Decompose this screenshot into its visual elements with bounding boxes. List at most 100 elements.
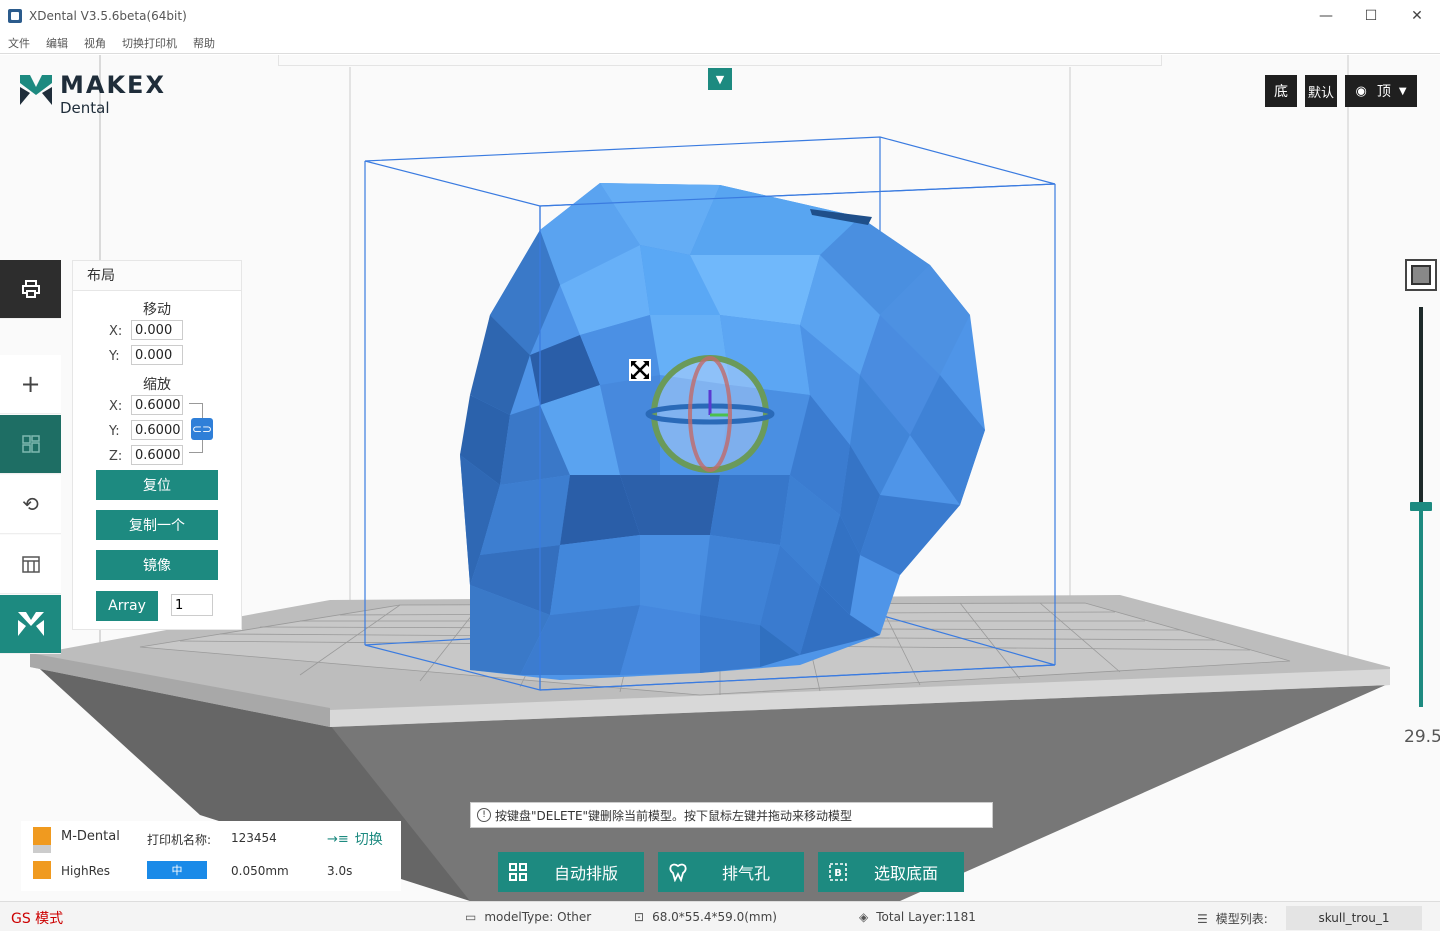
exposure-time: 3.0s: [327, 864, 353, 878]
view-default-label: 默认: [1307, 85, 1334, 101]
minimize-button[interactable]: —: [1303, 0, 1349, 32]
view-bottom-label: 底: [1274, 84, 1288, 100]
printer-model: M-Dental: [61, 829, 120, 844]
panel-title: 布局: [73, 261, 241, 291]
model-list-status: ☰ 模型列表:: [1197, 910, 1268, 927]
move-x-input[interactable]: [131, 320, 183, 340]
maximize-button[interactable]: ☐: [1348, 0, 1394, 32]
layout-tool-button[interactable]: [0, 415, 61, 474]
array-label: Array: [108, 598, 146, 614]
add-model-button[interactable]: +: [0, 355, 61, 414]
printer-name-value: 123454: [231, 831, 277, 845]
move-section-title: 移动: [143, 302, 171, 318]
printer-name-label: 打印机名称:: [147, 833, 212, 847]
total-layer-status: ◈ Total Layer:1181: [859, 910, 976, 924]
view-bottom-button[interactable]: 底: [1265, 75, 1297, 107]
dimension-icon: ⊡: [634, 910, 645, 924]
gs-mode-label: GS 模式: [11, 911, 64, 927]
total-layer-text: Total Layer:1181: [876, 910, 976, 924]
printer-info-panel: M-Dental 打印机名称: 123454 →≡ 切换 HighRes 中 0…: [21, 821, 401, 891]
grid-icon: [509, 863, 527, 881]
hint-bar: ! 按键盘"DELETE"键删除当前模型。按下鼠标左键并拖动来移动模型: [470, 802, 993, 828]
layer-slider-track-lower[interactable]: [1419, 507, 1423, 707]
makex-tool-button[interactable]: [0, 595, 61, 654]
model-size-status: ⊡ 68.0*55.4*59.0(mm): [634, 910, 777, 924]
chevron-down-icon: ▼: [715, 72, 725, 86]
menu-file[interactable]: 文件: [8, 35, 30, 51]
model-type-text: modelType: Other: [484, 910, 592, 924]
move-y-label: Y:: [109, 349, 120, 364]
app-icon: [8, 9, 22, 23]
vent-hole-button[interactable]: 排气孔: [658, 852, 804, 892]
caret-down-icon: ▼: [1398, 85, 1407, 97]
copy-one-label: 复制一个: [129, 518, 185, 534]
auto-layout-label: 自动排版: [553, 864, 618, 883]
logo-brand: MAKEX: [60, 71, 166, 99]
3d-viewport[interactable]: ▼ MAKEX Dental 底 默认 ◉ 顶 ▼ + ⟲ 布局 移动 X: 0…: [0, 55, 1440, 901]
auto-layout-button[interactable]: 自动排版: [498, 852, 644, 892]
scale-lock-button[interactable]: ⊂⊃: [191, 418, 213, 440]
layer-slider-track-upper[interactable]: [1419, 307, 1423, 507]
scale-y-label: Y:: [109, 424, 120, 439]
close-icon: ✕: [1411, 8, 1423, 24]
move-cursor-icon: [629, 359, 651, 381]
eye-icon: ◉: [1355, 83, 1367, 99]
model-list-item[interactable]: skull_trou_1: [1286, 906, 1422, 930]
view-top-label: 顶: [1376, 84, 1391, 100]
reset-label: 复位: [143, 478, 171, 494]
list-icon: ☰: [1197, 911, 1208, 926]
close-button[interactable]: ✕: [1394, 0, 1440, 32]
minimize-icon: —: [1319, 8, 1333, 24]
scale-section-title: 缩放: [143, 377, 171, 393]
makex-logo-icon: [20, 75, 52, 105]
window-title: XDental V3.5.6beta(64bit): [29, 9, 187, 23]
tooth-icon: [669, 863, 687, 882]
printer-swatch-base: [33, 845, 51, 853]
model-list-label: 模型列表:: [1215, 912, 1268, 926]
switch-arrow-icon: →≡: [327, 831, 349, 847]
printer-tool-button[interactable]: [0, 260, 61, 319]
view-default-button[interactable]: 默认: [1305, 75, 1337, 107]
vent-hole-label: 排气孔: [721, 864, 770, 883]
move-y-input[interactable]: [131, 345, 183, 365]
copy-one-button[interactable]: 复制一个: [96, 510, 218, 540]
info-icon: !: [477, 808, 491, 822]
array-count-input[interactable]: [171, 594, 213, 616]
layout-panel: 布局 移动 X: Y: 缩放 X: Y: Z: ⊂⊃ 复位 复制一个 镜像 Ar…: [72, 260, 242, 630]
makex-logo: MAKEX Dental: [20, 73, 166, 117]
file-icon: ▭: [465, 910, 477, 924]
scale-z-input[interactable]: [131, 445, 183, 465]
layer-view-toggle[interactable]: [1405, 259, 1437, 291]
view-top-button[interactable]: ◉ 顶 ▼: [1345, 75, 1417, 107]
array-button[interactable]: Array: [96, 591, 158, 621]
top-panel-toggle[interactable]: ▼: [708, 68, 732, 90]
scale-y-input[interactable]: [131, 420, 183, 440]
material-name: HighRes: [61, 864, 111, 878]
scale-z-label: Z:: [109, 449, 123, 464]
support-tool-button[interactable]: [0, 535, 61, 594]
reset-button[interactable]: 复位: [96, 470, 218, 500]
select-base-button[interactable]: B 选取底面: [818, 852, 964, 892]
quality-badge[interactable]: 中: [147, 861, 207, 879]
switch-label: 切换: [354, 832, 383, 848]
menu-help[interactable]: 帮助: [193, 35, 215, 51]
scale-x-input[interactable]: [131, 395, 183, 415]
rotation-gizmo[interactable]: [645, 355, 775, 473]
select-base-label: 选取底面: [873, 864, 938, 883]
menu-switch-printer[interactable]: 切换打印机: [122, 35, 177, 51]
mirror-button[interactable]: 镜像: [96, 550, 218, 580]
base-select-icon: B: [829, 863, 847, 881]
layer-slider-handle[interactable]: [1410, 502, 1432, 511]
scale-x-label: X:: [109, 399, 123, 414]
rotate-tool-button[interactable]: ⟲: [0, 475, 61, 534]
layer-height: 0.050mm: [231, 864, 289, 878]
logo-sub: Dental: [60, 99, 110, 117]
menu-edit[interactable]: 编辑: [46, 35, 68, 51]
menu-view[interactable]: 视角: [84, 35, 106, 51]
square-icon: [1411, 265, 1431, 285]
layout-icon: [21, 435, 40, 453]
rotate-icon: ⟲: [22, 492, 39, 516]
switch-printer-button[interactable]: →≡ 切换: [327, 829, 383, 849]
menu-bar: 文件 编辑 视角 切换打印机 帮助: [0, 32, 1440, 54]
model-type-status: ▭ modelType: Other: [465, 910, 591, 924]
